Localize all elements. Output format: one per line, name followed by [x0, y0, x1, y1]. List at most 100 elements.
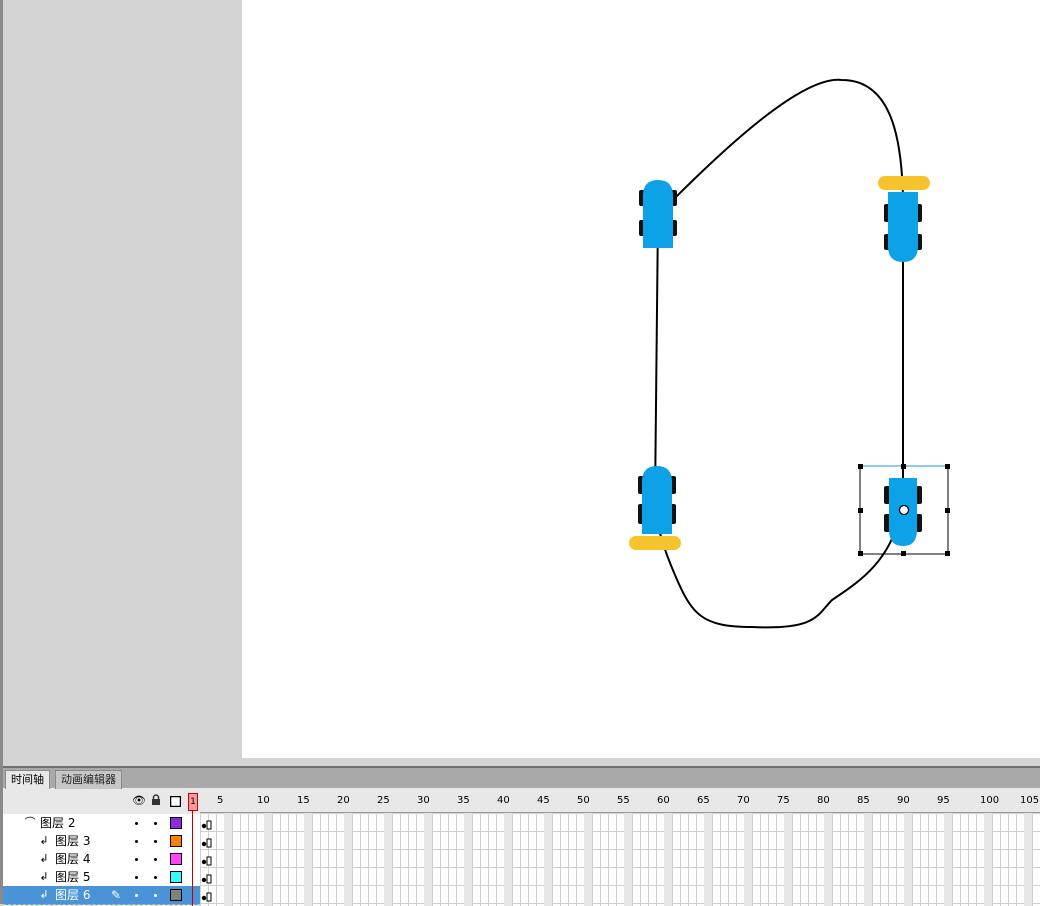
- frame-band: [344, 813, 352, 906]
- layer-name[interactable]: 图层 3: [55, 834, 90, 848]
- frame-band: [864, 813, 872, 906]
- visibility-dot[interactable]: [135, 840, 138, 843]
- frame-end: [206, 892, 212, 902]
- outline-icon[interactable]: [169, 795, 182, 811]
- car-top-left[interactable]: [639, 180, 677, 248]
- lock-dot[interactable]: [154, 876, 157, 879]
- panel-tabbar: 时间轴 动画编辑器: [3, 768, 1040, 789]
- keyframe: [201, 859, 207, 865]
- guided-layer-icon: ↲: [39, 888, 49, 901]
- ruler-label: 15: [297, 795, 310, 806]
- frame-band: [984, 813, 992, 906]
- frame-band: [904, 813, 912, 906]
- frame-band: [824, 813, 832, 906]
- layer-name[interactable]: 图层 2: [40, 816, 75, 830]
- keyframes[interactable]: [200, 813, 212, 906]
- layer-row[interactable]: ⌒ 图层 2: [3, 814, 200, 833]
- ruler-label: 50: [577, 795, 590, 806]
- lock-dot[interactable]: [154, 822, 157, 825]
- layer-name[interactable]: 图层 4: [55, 852, 90, 866]
- tab-timeline[interactable]: 时间轴: [5, 770, 50, 789]
- guided-layer-icon: ↲: [39, 852, 49, 865]
- visibility-dot[interactable]: [135, 858, 138, 861]
- frame-end: [206, 856, 212, 866]
- frame-band: [504, 813, 512, 906]
- keyframe: [201, 841, 207, 847]
- layer-row-selected[interactable]: ↲ 图层 6 ✎: [3, 886, 200, 905]
- handle-bottom: [901, 551, 906, 556]
- lock-dot[interactable]: [154, 858, 157, 861]
- ruler-label: 80: [817, 795, 830, 806]
- handle-top-left: [858, 464, 863, 469]
- lock-icon[interactable]: [151, 794, 161, 809]
- layer-header: 👁: [3, 790, 200, 812]
- car-bottom-left[interactable]: [629, 466, 681, 550]
- handle-bottom-right: [945, 551, 950, 556]
- frame-band: [704, 813, 712, 906]
- guided-layer-icon: ↲: [39, 834, 49, 847]
- visibility-dot[interactable]: [135, 894, 138, 897]
- keyframe: [201, 895, 207, 901]
- ruler-label: 25: [377, 795, 390, 806]
- layer-color-swatch[interactable]: [170, 871, 182, 883]
- lock-dot[interactable]: [154, 894, 157, 897]
- frame-band: [784, 813, 792, 906]
- keyframe: [201, 877, 207, 883]
- layer-color-swatch[interactable]: [170, 835, 182, 847]
- visibility-dot[interactable]: [135, 822, 138, 825]
- motion-guide-icon: ⌒: [24, 816, 36, 829]
- frame-ruler[interactable]: 5 10 15 20 25 30 35 40 45 50 55 60 65 70…: [200, 790, 1040, 813]
- layer-name[interactable]: 图层 6: [55, 888, 90, 902]
- motion-guide-path[interactable]: [653, 78, 904, 629]
- eye-icon[interactable]: 👁: [132, 794, 146, 808]
- ruler-label: 95: [937, 795, 950, 806]
- ruler-label: 90: [897, 795, 910, 806]
- handle-right: [945, 508, 950, 513]
- layer-color-swatch[interactable]: [170, 889, 182, 901]
- ruler-label: 60: [657, 795, 670, 806]
- frame-band: [1024, 813, 1032, 906]
- layer-name[interactable]: 图层 5: [55, 870, 90, 884]
- handle-bottom-left: [858, 551, 863, 556]
- frame-band: [304, 813, 312, 906]
- keyframe: [201, 823, 207, 829]
- layer-row[interactable]: ↲ 图层 4: [3, 850, 200, 869]
- ruler-label: 75: [777, 795, 790, 806]
- frame-band: [624, 813, 632, 906]
- tab-motion-editor[interactable]: 动画编辑器: [55, 770, 122, 789]
- ruler-label: 40: [497, 795, 510, 806]
- layer-color-swatch[interactable]: [170, 853, 182, 865]
- ruler-label: 5: [217, 795, 224, 806]
- handle-top-right: [945, 464, 950, 469]
- ruler-label: 85: [857, 795, 870, 806]
- layer-row[interactable]: ↲ 图层 3: [3, 832, 200, 851]
- frame-band: [544, 813, 552, 906]
- frame-band: [384, 813, 392, 906]
- stage-artwork[interactable]: [242, 0, 1040, 758]
- ruler-label: 45: [537, 795, 550, 806]
- ruler-label: 10: [257, 795, 270, 806]
- frame-band: [584, 813, 592, 906]
- frame-end: [206, 820, 212, 830]
- ruler-label: 100: [980, 795, 1000, 806]
- visibility-dot[interactable]: [135, 876, 138, 879]
- car-top-right[interactable]: [878, 176, 930, 262]
- frame-end: [206, 874, 212, 884]
- layer-color-swatch[interactable]: [170, 817, 182, 829]
- timeline-panel: 时间轴 动画编辑器 👁 5 10 15 20 25 30 35 40 45 50…: [3, 766, 1040, 906]
- layer-row[interactable]: ↲ 图层 5: [3, 868, 200, 887]
- lock-dot[interactable]: [154, 840, 157, 843]
- frame-band: [944, 813, 952, 906]
- frame-grid-area[interactable]: [200, 813, 1040, 906]
- guided-layer-icon: ↲: [39, 870, 49, 883]
- registration-point: [898, 504, 910, 516]
- ruler-label: 30: [417, 795, 430, 806]
- playhead[interactable]: 1: [188, 793, 198, 811]
- ruler-label: 70: [737, 795, 750, 806]
- ruler-label: 35: [457, 795, 470, 806]
- frame-grid[interactable]: [200, 813, 1040, 906]
- handle-top: [901, 464, 906, 469]
- frame-band: [224, 813, 232, 906]
- ruler-label: 65: [697, 795, 710, 806]
- frame-end: [206, 838, 212, 848]
